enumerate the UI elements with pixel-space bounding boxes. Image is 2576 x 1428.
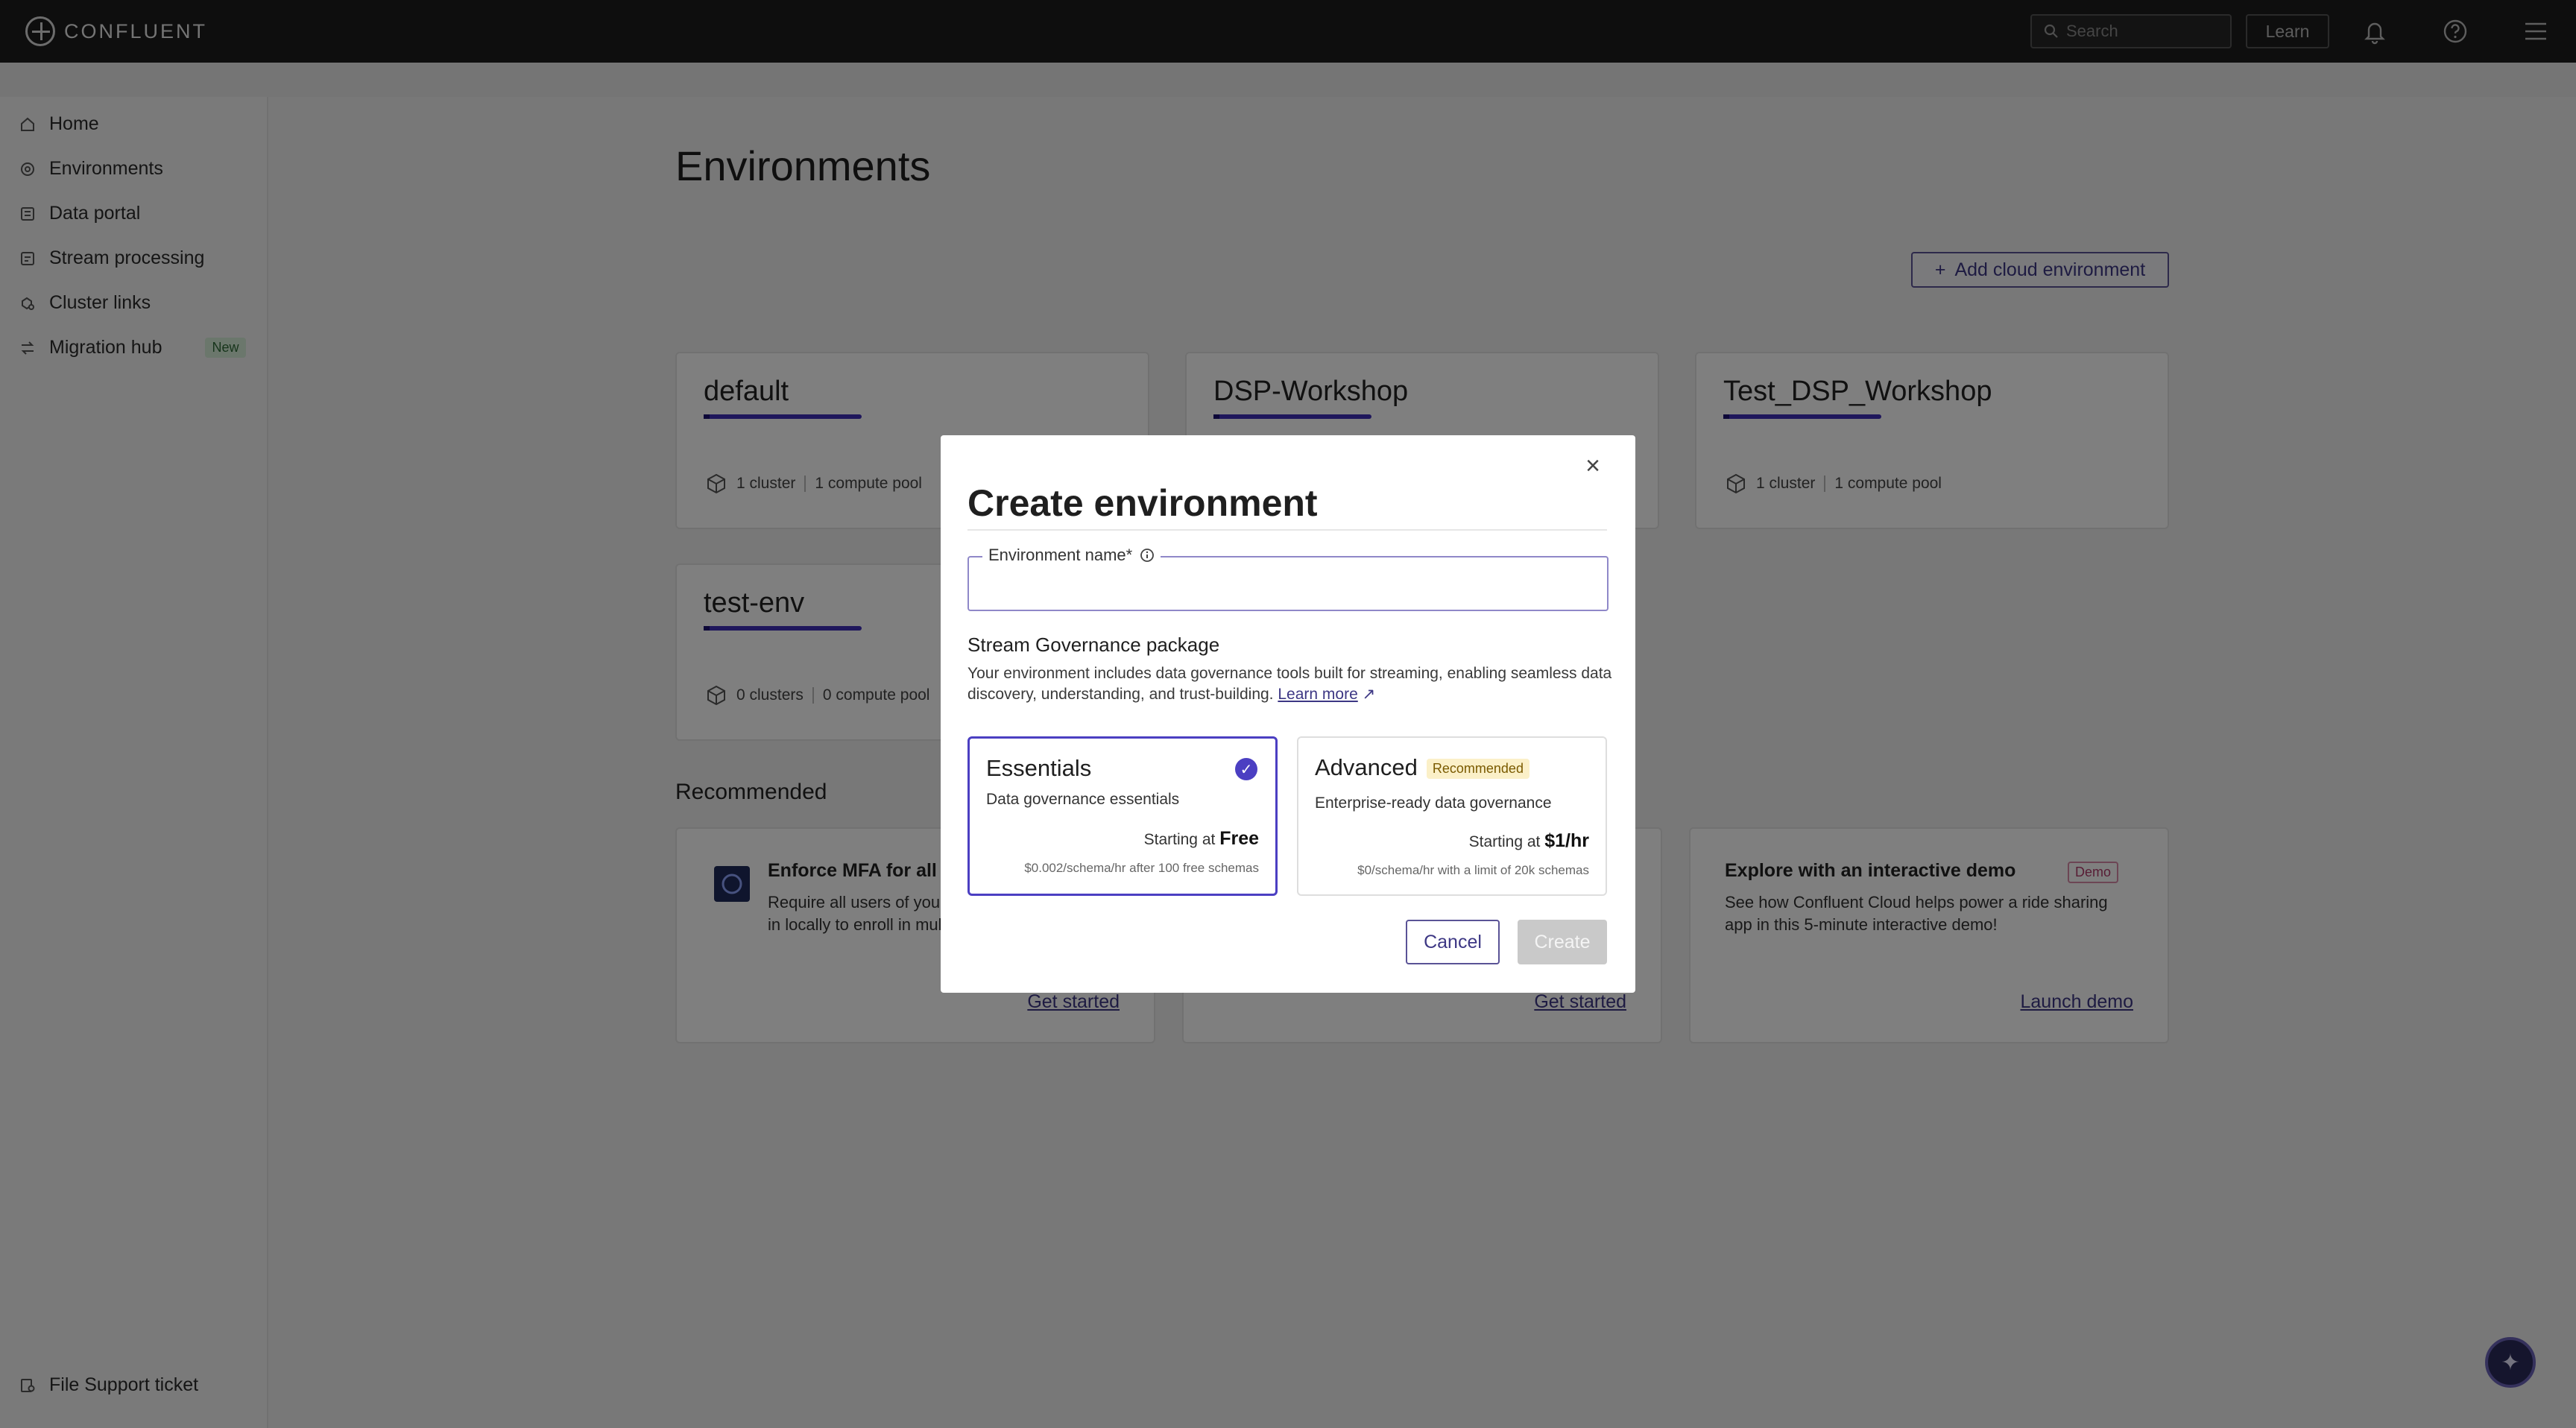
stream-governance-description: Your environment includes data governanc… — [967, 663, 1613, 705]
package-subtitle: Data governance essentials — [986, 791, 1180, 808]
package-fine-print: $0/schema/hr with a limit of 20k schemas — [1357, 863, 1589, 877]
package-name-text: Advanced — [1315, 754, 1418, 780]
stream-governance-heading: Stream Governance package — [967, 634, 1220, 656]
package-essentials[interactable]: Essentials ✓ Data governance essentials … — [967, 736, 1278, 896]
dialog-title: Create environment — [967, 482, 1318, 524]
environment-name-field[interactable]: Environment name* — [967, 546, 1609, 611]
package-price: Starting at $1/hr — [1469, 830, 1589, 852]
cancel-button[interactable]: Cancel — [1406, 920, 1500, 964]
learn-more-link[interactable]: Learn more — [1278, 686, 1357, 703]
package-price: Starting at Free — [1144, 828, 1259, 850]
price-prefix: Starting at — [1143, 831, 1216, 848]
external-link-icon: ↗ — [1362, 686, 1376, 703]
selected-check-icon: ✓ — [1235, 758, 1257, 780]
package-advanced[interactable]: Advanced Recommended Enterprise-ready dat… — [1297, 736, 1607, 896]
environment-name-input[interactable] — [984, 572, 1595, 598]
package-subtitle: Enterprise-ready data governance — [1315, 794, 1552, 812]
price-value: $1/hr — [1544, 830, 1589, 851]
create-environment-dialog: × Create environment Environment name* S… — [941, 435, 1635, 993]
price-value: Free — [1219, 828, 1259, 849]
recommended-badge: Recommended — [1426, 759, 1530, 780]
environment-name-label: Environment name* — [982, 546, 1161, 565]
create-button[interactable]: Create — [1518, 920, 1607, 964]
field-label-text: Environment name* — [988, 546, 1133, 564]
close-icon: × — [1585, 451, 1600, 480]
dialog-divider — [967, 529, 1607, 531]
price-prefix: Starting at — [1468, 833, 1541, 850]
package-name: Advanced Recommended — [1315, 754, 1530, 781]
info-icon[interactable] — [1140, 548, 1155, 563]
package-name: Essentials — [986, 755, 1092, 781]
package-fine-print: $0.002/schema/hr after 100 free schemas — [1024, 861, 1259, 875]
close-button[interactable]: × — [1582, 452, 1604, 480]
